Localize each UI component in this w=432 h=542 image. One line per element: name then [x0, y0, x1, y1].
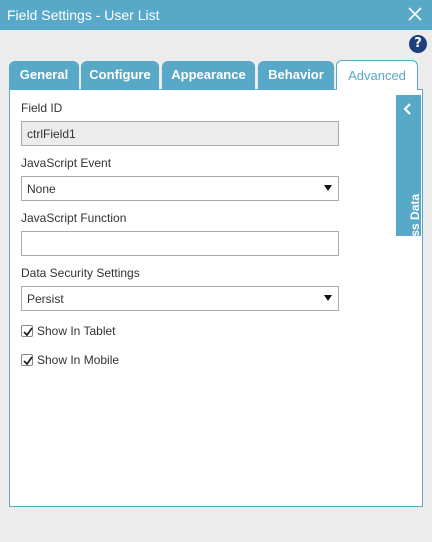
checkmark-icon: [23, 327, 33, 337]
help-icon[interactable]: ?: [409, 35, 427, 53]
process-data-tab[interactable]: Process Data: [396, 95, 422, 270]
close-icon[interactable]: [406, 5, 424, 23]
tab-advanced[interactable]: Advanced: [336, 60, 418, 90]
data-security-select[interactable]: Persist: [21, 286, 339, 311]
javascript-event-value: None: [27, 182, 56, 196]
process-data-label: Process Data: [408, 193, 422, 270]
dropdown-arrow-icon: [324, 295, 332, 301]
tab-general[interactable]: General: [9, 61, 79, 89]
title-bar: Field Settings - User List: [0, 0, 432, 30]
field-id-label: Field ID: [21, 101, 63, 115]
javascript-event-select[interactable]: None: [21, 176, 339, 201]
chevron-left-icon: [403, 103, 413, 118]
data-security-value: Persist: [27, 292, 64, 306]
tab-appearance[interactable]: Appearance: [162, 61, 255, 89]
show-in-mobile-checkbox[interactable]: [21, 354, 33, 366]
tab-configure[interactable]: Configure: [81, 61, 159, 89]
data-security-label: Data Security Settings: [21, 266, 140, 280]
javascript-function-input[interactable]: [21, 231, 339, 256]
field-id-input[interactable]: [21, 121, 339, 146]
window-title: Field Settings - User List: [7, 7, 160, 23]
show-in-mobile-label: Show In Mobile: [37, 353, 120, 367]
javascript-function-label: JavaScript Function: [21, 211, 127, 225]
checkmark-icon: [23, 356, 33, 366]
show-in-tablet-label: Show In Tablet: [37, 324, 116, 338]
show-in-tablet-checkbox[interactable]: [21, 325, 33, 337]
tab-behavior[interactable]: Behavior: [258, 61, 334, 89]
javascript-event-label: JavaScript Event: [21, 156, 112, 170]
dropdown-arrow-icon: [324, 185, 332, 191]
